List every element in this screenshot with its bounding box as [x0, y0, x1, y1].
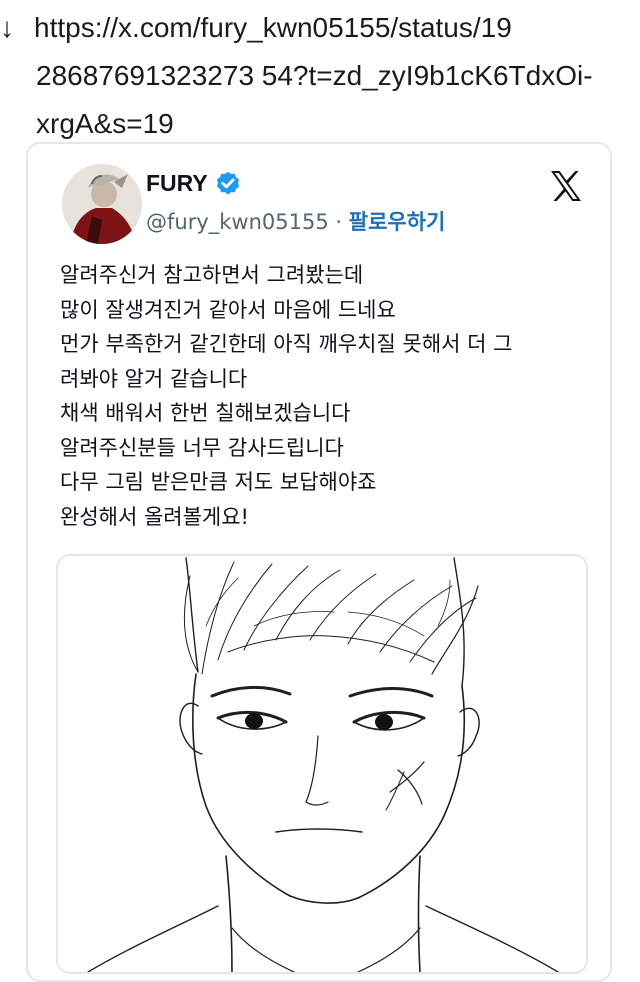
tweet-text: 알려주신거 참고하면서 그려봤는데 많이 잘생겨진거 같아서 마음에 드네요 먼… — [60, 258, 600, 534]
tweet-line-1: 알려주신거 참고하면서 그려봤는데 — [60, 263, 364, 287]
avatar[interactable] — [62, 164, 142, 244]
author-name[interactable]: FURY — [146, 170, 208, 197]
tweet-line-5: 채색 배워서 한번 칠해보겠습니다 — [60, 401, 351, 425]
tweet-line-3: 먼가 부족한거 같긴한데 아직 깨우치질 못해서 더 그 — [60, 332, 513, 356]
verified-badge-icon — [216, 171, 240, 195]
url-text-block[interactable]: ↓ https://x.com/fury_kwn05155/status/19 2… — [0, 4, 616, 148]
tweet-line-7: 다무 그림 받은만큼 저도 보답해야죠 — [60, 470, 377, 494]
tweet-line-8: 완성해서 올려볼게요! — [60, 504, 249, 529]
author-handle[interactable]: @fury_kwn05155 — [146, 210, 329, 234]
sketch-drawing — [87, 557, 559, 972]
url-line-1[interactable]: https://x.com/fury_kwn05155/status/19 — [34, 12, 512, 43]
tweet-line-6: 알려주신분들 너무 감사드립니다 — [60, 435, 344, 460]
handle-row: @fury_kwn05155 · 팔로우하기 — [146, 206, 445, 236]
handle-separator: · — [335, 210, 343, 234]
tweet-media-image[interactable] — [56, 554, 588, 974]
url-line-3[interactable]: xrgA&s=19 — [36, 108, 174, 139]
avatar-image — [62, 164, 142, 244]
embedded-tweet-card[interactable]: FURY @fury_kwn05155 · 팔로우하기 알려주신거 참고하면서 … — [26, 142, 612, 982]
tweet-line-4: 려봐야 알거 같습니다 — [60, 366, 248, 391]
x-logo-icon[interactable] — [546, 166, 586, 206]
follow-button[interactable]: 팔로우하기 — [349, 210, 446, 234]
url-line-2[interactable]: 28687691323273 54?t=zd_zyI9b1cK6TdxOi- — [36, 60, 593, 91]
arrow-down-icon: ↓ — [0, 12, 14, 43]
tweet-line-2: 많이 잘생겨진거 같아서 마음에 드네요 — [60, 297, 396, 322]
